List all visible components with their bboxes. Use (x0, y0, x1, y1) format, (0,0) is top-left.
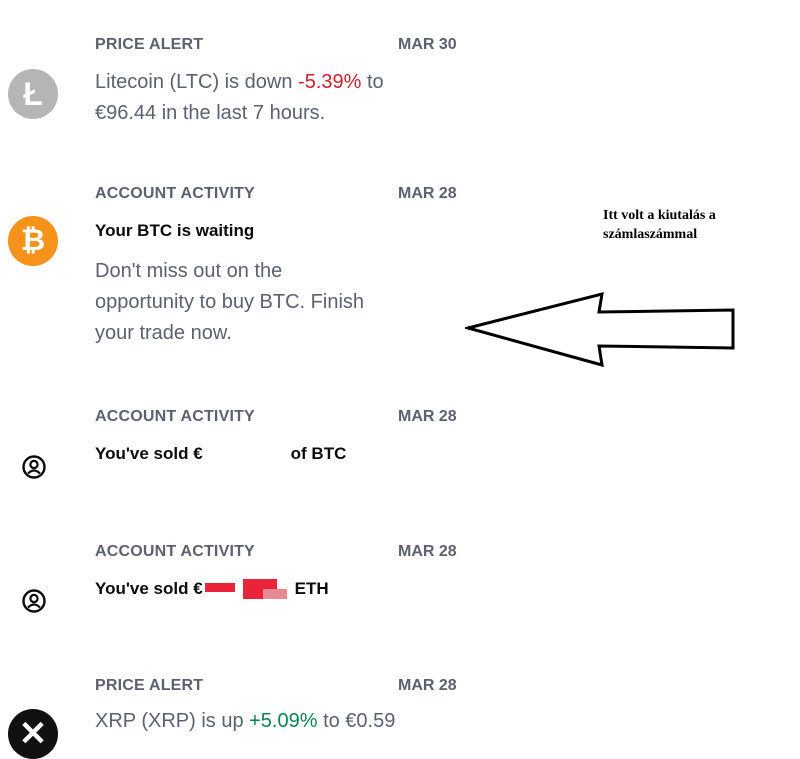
notification-headline: You've sold € of BTC (95, 444, 346, 464)
annotation-line: Itt volt a kiutalás a (603, 208, 716, 223)
bitcoin-icon: ₿ (8, 216, 58, 266)
headline-text: ETH (294, 579, 329, 598)
notification-category: ACCOUNT ACTIVITY (95, 543, 255, 560)
annotation-arrow-icon (465, 291, 735, 368)
notification-category: PRICE ALERT (95, 36, 204, 53)
notification-category: PRICE ALERT (95, 677, 204, 694)
headline-text: of BTC (290, 444, 347, 463)
annotation-note: Itt volt a kiutalás a számlaszámmal (603, 206, 773, 244)
notification-date: MAR 28 (398, 408, 457, 425)
notification-headline: Your BTC is waiting (95, 221, 255, 240)
notification-category: ACCOUNT ACTIVITY (95, 408, 255, 425)
xrp-icon: ✕ (8, 709, 58, 759)
redacted-amount (203, 578, 295, 599)
notification-category: ACCOUNT ACTIVITY (95, 185, 255, 202)
message-text: XRP (XRP) is up (95, 710, 250, 732)
notification-headline: You've sold € ETH (95, 578, 329, 599)
message-text: to (361, 71, 384, 93)
message-text: Litecoin (LTC) is down (95, 71, 299, 93)
annotation-line: számlaszámmal (603, 227, 698, 242)
message-line: Don't miss out on the (95, 260, 283, 282)
notification-message: Don't miss out on the opportunity to buy… (95, 256, 475, 349)
headline-text: You've sold € (95, 444, 203, 463)
price-change-negative: -5.39% (298, 71, 362, 93)
notification-date: MAR 30 (398, 36, 457, 53)
headline-text: You've sold € (95, 579, 203, 598)
notification-message: XRP (XRP) is up +5.09% to €0.59 (95, 706, 475, 737)
user-circle-icon (22, 589, 46, 613)
user-circle-icon (22, 455, 46, 479)
notification-date: MAR 28 (398, 543, 457, 560)
message-line: your trade now. (95, 322, 232, 344)
notification-date: MAR 28 (398, 185, 457, 202)
notification-message: Litecoin (LTC) is down -5.39% to €96.44 … (95, 67, 475, 129)
price-change-positive: +5.09% (249, 710, 318, 732)
litecoin-icon: Ł (8, 69, 58, 119)
message-line: opportunity to buy BTC. Finish (95, 291, 365, 313)
notification-date: MAR 28 (398, 677, 457, 694)
message-text: €96.44 in the last 7 hours. (95, 102, 326, 124)
message-text: to €0.59 (317, 710, 396, 732)
